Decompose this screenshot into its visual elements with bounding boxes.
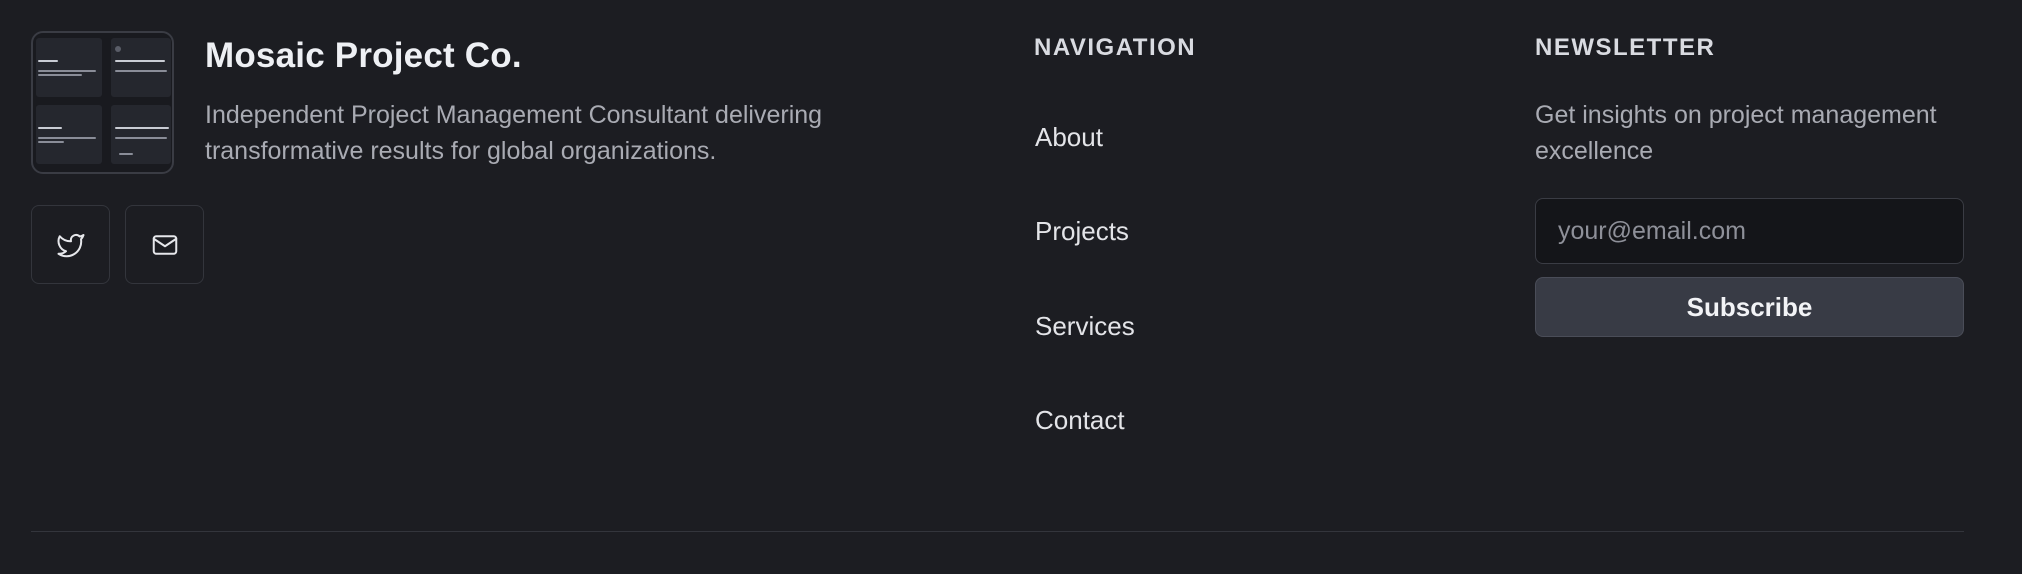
twitter-button[interactable] bbox=[31, 205, 110, 284]
logo-tile bbox=[111, 105, 171, 164]
nav-link-contact[interactable]: Contact bbox=[1035, 405, 1125, 436]
newsletter-email-input[interactable] bbox=[1535, 198, 1964, 264]
nav-link-projects[interactable]: Projects bbox=[1035, 216, 1129, 247]
newsletter-description: Get insights on project management excel… bbox=[1535, 101, 1937, 165]
logo-tile bbox=[36, 38, 102, 97]
nav-link-services[interactable]: Services bbox=[1035, 311, 1135, 342]
newsletter-heading: NEWSLETTER bbox=[1535, 34, 1716, 61]
nav-link-about[interactable]: About bbox=[1035, 122, 1103, 153]
brand-description: Independent Project Management Consultan… bbox=[205, 101, 823, 165]
site-footer: Mosaic Project Co. Independent Project M… bbox=[0, 0, 2022, 574]
brand-logo[interactable] bbox=[31, 31, 174, 174]
navigation-heading: NAVIGATION bbox=[1034, 34, 1197, 61]
footer-divider bbox=[31, 531, 1964, 532]
twitter-icon bbox=[57, 233, 84, 257]
logo-tile bbox=[36, 105, 102, 164]
mail-icon bbox=[152, 234, 177, 255]
subscribe-button[interactable]: Subscribe bbox=[1535, 277, 1964, 337]
brand-name: Mosaic Project Co. bbox=[205, 36, 522, 75]
logo-tile bbox=[111, 38, 171, 97]
email-button[interactable] bbox=[125, 205, 204, 284]
